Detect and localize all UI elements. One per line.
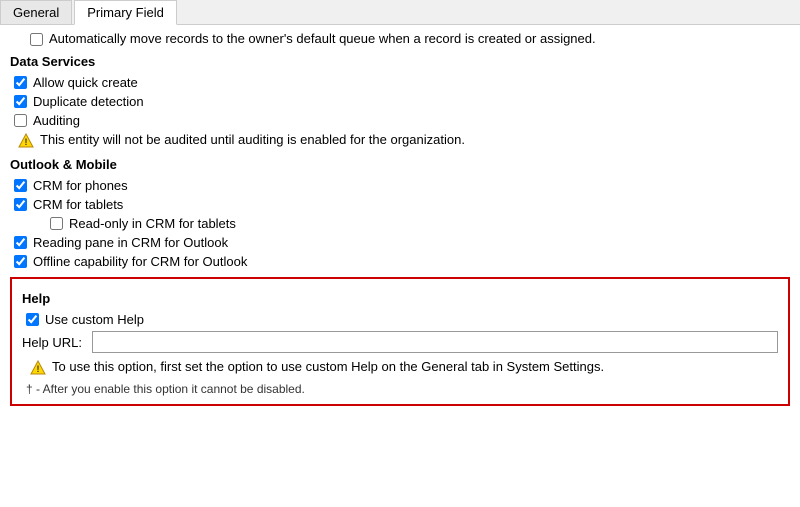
readonly-crm-tablets-label: Read-only in CRM for tablets [69,216,236,231]
help-note: † - After you enable this option it cann… [22,382,778,396]
use-custom-help-label: Use custom Help [45,312,144,327]
reading-pane-label: Reading pane in CRM for Outlook [33,235,228,250]
reading-pane-checkbox[interactable] [14,236,27,249]
crm-tablets-checkbox[interactable] [14,198,27,211]
main-content: Automatically move records to the owner'… [0,25,800,416]
duplicate-detection-label: Duplicate detection [33,94,144,109]
allow-quick-create-row: Allow quick create [10,75,790,90]
tab-general[interactable]: General [0,0,72,24]
crm-tablets-row: CRM for tablets [10,197,790,212]
offline-capability-checkbox[interactable] [14,255,27,268]
auto-move-row: Automatically move records to the owner'… [10,31,790,46]
crm-phones-row: CRM for phones [10,178,790,193]
tab-bar: General Primary Field [0,0,800,25]
use-custom-help-row: Use custom Help [22,312,778,327]
auto-move-checkbox[interactable] [30,33,43,46]
allow-quick-create-label: Allow quick create [33,75,138,90]
duplicate-detection-row: Duplicate detection [10,94,790,109]
use-custom-help-checkbox[interactable] [26,313,39,326]
svg-text:!: ! [25,137,28,147]
duplicate-detection-checkbox[interactable] [14,95,27,108]
crm-tablets-label: CRM for tablets [33,197,123,212]
data-services-title: Data Services [10,54,790,69]
reading-pane-row: Reading pane in CRM for Outlook [10,235,790,250]
help-warning-text: To use this option, first set the option… [52,359,604,374]
crm-phones-label: CRM for phones [33,178,128,193]
readonly-crm-tablets-checkbox[interactable] [50,217,63,230]
crm-phones-checkbox[interactable] [14,179,27,192]
auditing-checkbox[interactable] [14,114,27,127]
tab-primary-field[interactable]: Primary Field [74,0,177,25]
outlook-mobile-title: Outlook & Mobile [10,157,790,172]
auditing-label: Auditing [33,113,80,128]
help-warning-icon: ! [30,360,46,376]
warning-icon: ! [18,133,34,149]
auditing-row: Auditing [10,113,790,128]
help-title: Help [22,291,778,306]
svg-text:!: ! [37,364,40,374]
offline-capability-label: Offline capability for CRM for Outlook [33,254,247,269]
audit-warning-row: ! This entity will not be audited until … [10,132,790,149]
help-url-input[interactable] [92,331,778,353]
offline-capability-row: Offline capability for CRM for Outlook [10,254,790,269]
help-warning-row: ! To use this option, first set the opti… [22,359,778,376]
allow-quick-create-checkbox[interactable] [14,76,27,89]
help-url-label: Help URL: [22,335,92,350]
help-url-row: Help URL: [22,331,778,353]
help-section: Help Use custom Help Help URL: ! To use … [10,277,790,406]
auto-move-label: Automatically move records to the owner'… [49,31,596,46]
readonly-crm-tablets-row: Read-only in CRM for tablets [10,216,790,231]
audit-warning-text: This entity will not be audited until au… [40,132,465,147]
